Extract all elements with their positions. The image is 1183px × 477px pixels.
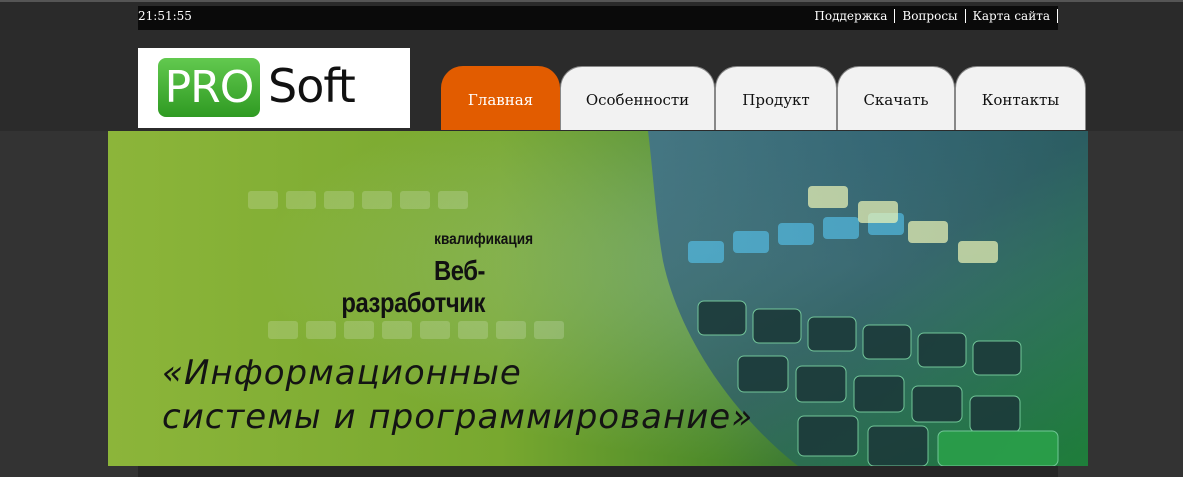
tab-features[interactable]: Особенности <box>560 66 715 130</box>
logo-pro-badge: PRO <box>158 58 260 117</box>
content-area <box>138 466 1058 477</box>
faq-link[interactable]: Вопросы <box>895 9 966 23</box>
logo-soft-text: Soft <box>268 59 356 113</box>
program-line-1: «Информационные <box>162 353 522 393</box>
utility-links: Поддержка Вопросы Карта сайта <box>807 9 1058 23</box>
qualification-label: квалификация <box>434 231 533 248</box>
tab-home[interactable]: Главная <box>441 66 560 130</box>
top-utility-inner: 21:51:55 Поддержка Вопросы Карта сайта <box>138 6 1058 30</box>
clock: 21:51:55 <box>138 9 192 23</box>
program-title: «Информационные системы и программирован… <box>162 351 802 439</box>
qualification-title: Веб-разработчик <box>341 255 485 318</box>
main-nav: Главная Особенности Продукт Скачать Конт… <box>441 66 1086 130</box>
sitemap-link[interactable]: Карта сайта <box>966 9 1058 23</box>
support-link[interactable]: Поддержка <box>807 9 896 23</box>
top-utility-bar: 21:51:55 Поддержка Вопросы Карта сайта <box>0 0 1183 32</box>
program-line-2: системы и программирование» <box>162 397 754 437</box>
logo[interactable]: PRO Soft <box>138 48 410 128</box>
tab-product[interactable]: Продукт <box>715 66 837 130</box>
tab-download[interactable]: Скачать <box>837 66 955 130</box>
hero-banner: квалификация Веб-разработчик «Информацио… <box>108 131 1088 466</box>
tab-contacts[interactable]: Контакты <box>955 66 1086 130</box>
